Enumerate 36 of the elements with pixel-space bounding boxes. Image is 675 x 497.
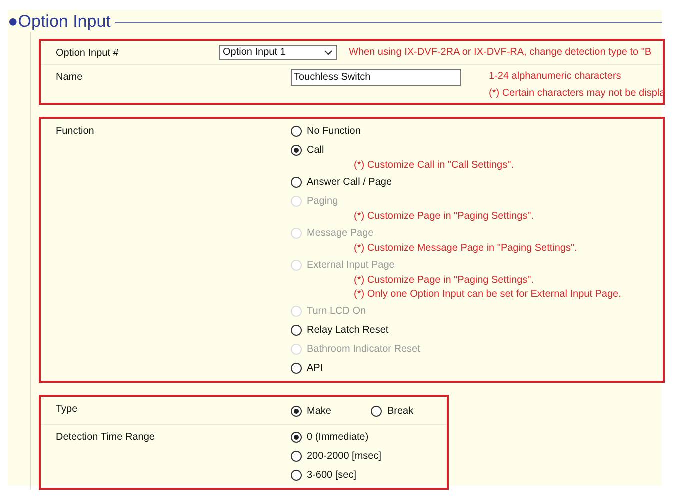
field-label: Option Input # bbox=[56, 47, 120, 60]
radio-button[interactable] bbox=[291, 451, 302, 462]
note-text: When using IX-DVF-2RA or IX-DVF-RA, change detection type to "B bbox=[349, 47, 652, 58]
name-input-field[interactable]: Touchless Switch bbox=[291, 69, 461, 86]
note-text: (*) Customize Call in "Call Settings". bbox=[354, 160, 515, 171]
note-text: (*) Customize Message Page in "Paging Settings". bbox=[354, 243, 578, 254]
note-text: 1-24 alphanumeric characters bbox=[489, 71, 622, 82]
option-label[interactable]: No Function bbox=[307, 126, 361, 137]
option-label[interactable]: Answer Call / Page bbox=[307, 177, 392, 188]
option-label[interactable]: 0 (Immediate) bbox=[307, 432, 369, 443]
option-label[interactable]: Call bbox=[307, 145, 324, 156]
radio-button[interactable] bbox=[291, 177, 302, 188]
section-title: ●Option Input bbox=[8, 12, 111, 32]
radio-button[interactable] bbox=[371, 406, 382, 417]
option-label[interactable]: API bbox=[307, 363, 324, 374]
field-label: Type bbox=[56, 403, 79, 417]
caret-icon bbox=[324, 50, 333, 56]
option-label[interactable]: Relay Latch Reset bbox=[307, 325, 389, 336]
field-label: Detection Time Range bbox=[56, 431, 156, 445]
note-text: (*) Customize Page in "Paging Settings". bbox=[354, 211, 535, 222]
option-label[interactable]: Break bbox=[387, 406, 414, 417]
option-label[interactable]: 200-2000 [msec] bbox=[307, 451, 382, 462]
field-label: Function bbox=[56, 125, 96, 139]
radio-button[interactable] bbox=[291, 432, 302, 443]
option-label[interactable]: Make bbox=[307, 406, 332, 417]
option-input-dropdown[interactable]: Option Input 1 bbox=[219, 45, 337, 60]
note-text: (*) Customize Page in "Paging Settings". bbox=[354, 275, 535, 286]
radio-button[interactable] bbox=[291, 470, 302, 481]
note-text: (*) Only one Option Input can be set for External Input Page. bbox=[354, 289, 622, 300]
option-label[interactable]: 3-600 [sec] bbox=[307, 470, 356, 481]
radio-button[interactable] bbox=[291, 406, 302, 417]
radio-button[interactable] bbox=[291, 325, 302, 336]
radio-button[interactable] bbox=[291, 145, 302, 156]
radio-button[interactable] bbox=[291, 363, 302, 374]
field-label: Name bbox=[56, 71, 84, 85]
radio-button[interactable] bbox=[291, 126, 302, 137]
